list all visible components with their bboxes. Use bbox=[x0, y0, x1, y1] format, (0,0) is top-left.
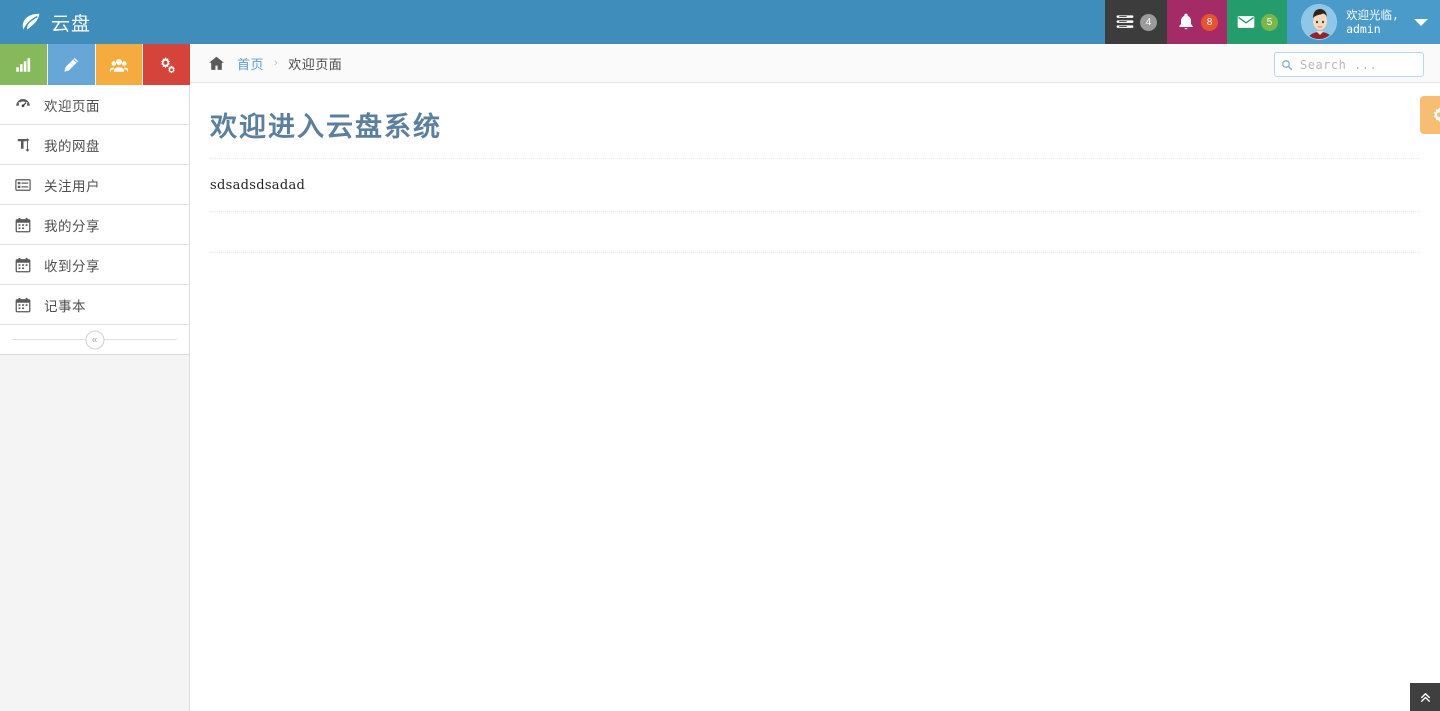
bar-chart-icon bbox=[16, 57, 31, 72]
breadcrumb-separator: › bbox=[274, 57, 279, 69]
user-menu[interactable]: 欢迎光临, admin bbox=[1287, 0, 1440, 44]
users-button[interactable] bbox=[95, 44, 144, 85]
sidebar-item-welcome[interactable]: 欢迎页面 bbox=[0, 85, 189, 125]
sidebar-item-followed-users[interactable]: 关注用户 bbox=[0, 165, 189, 205]
scroll-to-top-button[interactable] bbox=[1410, 683, 1440, 711]
gear-icon bbox=[1433, 106, 1440, 122]
group-icon bbox=[109, 58, 128, 72]
cogs-icon bbox=[160, 56, 175, 73]
avatar bbox=[1301, 4, 1338, 40]
tasks-badge: 4 bbox=[1140, 13, 1158, 31]
page-body: 欢迎进入云盘系统 sdsadsdsadad bbox=[190, 83, 1440, 253]
sidebar-item-label: 欢迎页面 bbox=[44, 98, 100, 114]
double-chevron-up-icon bbox=[1420, 692, 1430, 702]
logo[interactable]: 云盘 bbox=[0, 0, 190, 44]
home-icon[interactable] bbox=[208, 55, 225, 72]
search-input[interactable] bbox=[1298, 56, 1417, 73]
page-title: 欢迎进入云盘系统 bbox=[210, 112, 442, 142]
search-box[interactable] bbox=[1274, 52, 1424, 77]
settings-fab-button[interactable] bbox=[1420, 96, 1440, 134]
user-avatar-illustration bbox=[1302, 5, 1337, 39]
sidebar-item-label: 收到分享 bbox=[44, 258, 100, 274]
sidebar-item-received-shares[interactable]: 收到分享 bbox=[0, 245, 189, 285]
tasks-icon bbox=[1116, 15, 1134, 28]
search-icon bbox=[1282, 59, 1293, 70]
sidebar-item-my-shares[interactable]: 我的分享 bbox=[0, 205, 189, 245]
calendar-icon bbox=[12, 294, 34, 316]
text-height-icon bbox=[12, 134, 34, 156]
notifications-button[interactable]: 8 bbox=[1167, 0, 1228, 44]
sidebar-menu: 欢迎页面 我的网盘 关注用户 我的分享 收到分享 记事本 bbox=[0, 85, 189, 325]
tasks-button[interactable]: 4 bbox=[1105, 0, 1168, 44]
settings-button[interactable] bbox=[143, 44, 190, 85]
sidebar-item-label: 记事本 bbox=[44, 298, 86, 314]
sidebar-collapse-row: « bbox=[0, 325, 189, 355]
messages-button[interactable]: 5 bbox=[1227, 0, 1288, 44]
envelope-icon bbox=[1237, 16, 1255, 28]
body-text: sdsadsdsadad bbox=[210, 178, 306, 193]
sidebar-collapse-button[interactable]: « bbox=[85, 330, 104, 349]
pencil-icon bbox=[64, 57, 79, 72]
divider-bottom bbox=[210, 252, 1420, 253]
dashboard-icon bbox=[12, 94, 34, 116]
sidebar-item-label: 我的网盘 bbox=[44, 138, 100, 154]
main-content: 首页 › 欢迎页面 欢迎进入云盘系统 sdsadsdsadad bbox=[190, 44, 1440, 711]
top-header: 云盘 4 8 5 欢迎光临, admin bbox=[0, 0, 1440, 44]
calendar-icon bbox=[12, 254, 34, 276]
logo-text: 云盘 bbox=[51, 13, 92, 35]
breadcrumb-item-home[interactable]: 首页 bbox=[237, 54, 264, 73]
bell-icon bbox=[1179, 13, 1193, 30]
notifications-badge: 8 bbox=[1201, 13, 1219, 31]
messages-badge: 5 bbox=[1261, 13, 1279, 31]
edit-button[interactable] bbox=[47, 44, 96, 85]
quick-actions-bar bbox=[0, 44, 190, 85]
chevron-down-icon[interactable] bbox=[1414, 18, 1428, 26]
sidebar-item-label: 关注用户 bbox=[44, 178, 100, 194]
list-alt-icon bbox=[12, 174, 34, 196]
calendar-icon bbox=[12, 214, 34, 236]
breadcrumb: 首页 › 欢迎页面 bbox=[190, 44, 1440, 83]
chart-button[interactable] bbox=[0, 44, 48, 85]
sidebar-item-notebook[interactable]: 记事本 bbox=[0, 285, 189, 325]
header-spacer bbox=[190, 0, 1105, 44]
breadcrumb-item-current: 欢迎页面 bbox=[288, 56, 343, 72]
sidebar-item-label: 我的分享 bbox=[44, 218, 100, 234]
sidebar: 欢迎页面 我的网盘 关注用户 我的分享 收到分享 记事本 « bbox=[0, 44, 190, 711]
leaf-icon bbox=[22, 13, 40, 31]
sidebar-item-my-drive[interactable]: 我的网盘 bbox=[0, 125, 189, 165]
user-greeting: 欢迎光临, admin bbox=[1346, 8, 1399, 36]
